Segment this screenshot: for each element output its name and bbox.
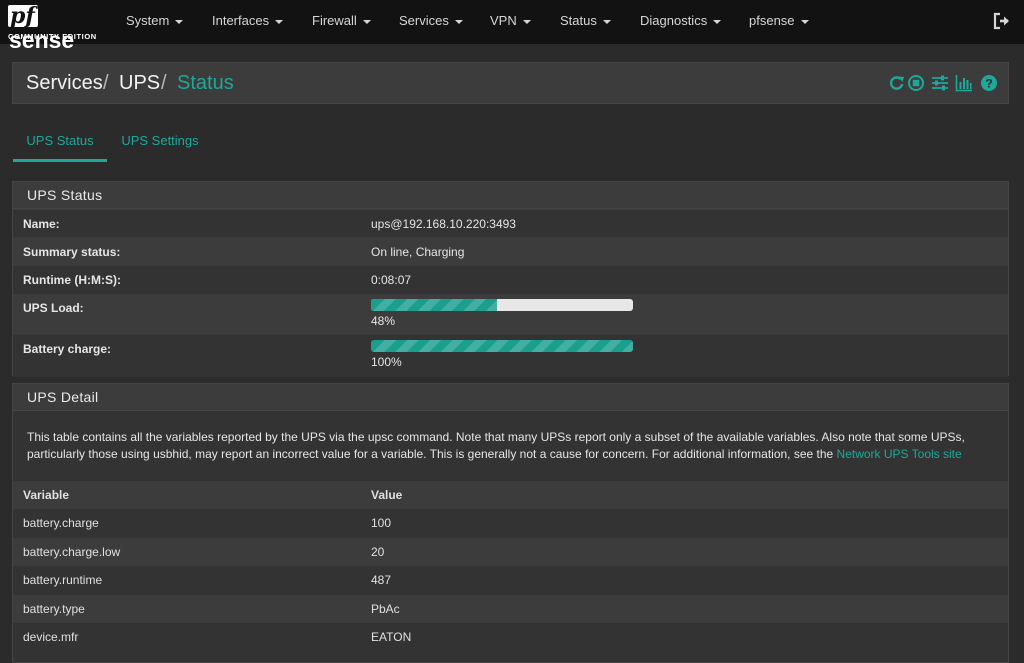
nav-system[interactable]: System [126,0,184,44]
nav-services[interactable]: Services [399,0,463,44]
detail-table-header: Variable Value [13,481,1008,510]
load-progress-bar [371,299,633,311]
variable-cell: battery.runtime [23,573,103,588]
panel-title: UPS Status [13,182,1008,209]
battery-label: Battery charge: [23,342,112,356]
value-cell: 487 [371,573,392,588]
panel-title: UPS Detail [13,384,1008,411]
value-cell: PbAc [371,601,400,616]
logout-icon[interactable] [993,12,1011,30]
ups-detail-panel: UPS Detail This table contains all the v… [12,383,1009,663]
status-row-load: UPS Load: 48% [13,294,1008,334]
breadcrumb-ups[interactable]: UPS [119,63,160,103]
nav-interfaces[interactable]: Interfaces [212,0,284,44]
logo-pf: pf [8,5,38,27]
tab-ups-settings[interactable]: UPS Settings [114,122,206,162]
status-row-name: Name: ups@192.168.10.220:3493 [13,209,1008,237]
status-row-runtime: Runtime (H:M:S): 0:08:07 [13,265,1008,294]
pfsense-logo[interactable]: pfsense COMMUNITY EDITION [8,5,104,52]
breadcrumb-services[interactable]: Services [26,63,103,103]
runtime-label: Runtime (H:M:S): [23,273,121,287]
stop-icon[interactable] [907,74,925,92]
variable-cell: battery.charge.low [23,544,121,559]
nav-firewall[interactable]: Firewall [312,0,371,44]
summary-label: Summary status: [23,245,121,259]
nav-status[interactable]: Status [560,0,611,44]
ups-status-panel: UPS Status Name: ups@192.168.10.220:3493… [12,181,1009,377]
battery-progress-bar [371,340,633,352]
restart-icon[interactable] [888,74,906,92]
summary-value: On line, Charging [371,245,465,259]
settings-sliders-icon[interactable] [931,74,949,92]
table-row: battery.type PbAc [13,594,1008,623]
load-label: UPS Load: [23,301,84,315]
col-value-header: Value [371,488,403,502]
load-value: 48% [371,314,396,328]
value-cell: 20 [371,544,385,559]
nav-label: Firewall [312,13,357,28]
nav-label: pfsense [749,13,795,28]
note-text: This table contains all the variables re… [27,430,965,461]
name-value: ups@192.168.10.220:3493 [371,217,516,231]
chevron-down-icon [175,19,184,24]
nav-diagnostics[interactable]: Diagnostics [640,0,722,44]
chevron-down-icon [800,19,809,24]
nav-label: Status [560,13,597,28]
nut-site-link[interactable]: Network UPS Tools site [837,447,962,461]
chevron-down-icon [454,19,463,24]
breadcrumb-separator: / [161,72,167,94]
variable-cell: battery.type [23,601,85,616]
breadcrumb: Services / UPS / Status ? [12,62,1009,104]
variable-cell: battery.charge [23,516,99,531]
nav-label: System [126,13,170,28]
chart-icon[interactable] [955,74,973,92]
breadcrumb-separator: / [103,72,109,94]
variable-cell: device.mfr [23,629,79,644]
table-row: battery.charge.low 20 [13,537,1008,567]
col-variable-header: Variable [23,488,70,502]
name-label: Name: [23,217,60,231]
nav-label: Interfaces [212,13,270,28]
table-row: battery.runtime 487 [13,566,1008,595]
load-progress-fill [371,299,497,311]
tab-ups-status[interactable]: UPS Status [13,122,107,162]
value-cell: 100 [371,516,392,531]
page-title: Status [177,72,234,94]
value-cell: EATON [371,629,412,644]
help-icon[interactable]: ? [980,74,998,92]
runtime-value: 0:08:07 [371,273,412,287]
chevron-down-icon [602,19,611,24]
nav-label: Services [399,13,449,28]
nav-label: Diagnostics [640,13,708,28]
table-row: battery.charge 100 [13,509,1008,538]
table-row: device.mfr EATON [13,622,1008,652]
chevron-down-icon [362,19,371,24]
nav-label: VPN [490,13,517,28]
detail-note: This table contains all the variables re… [13,411,1008,481]
status-row-battery: Battery charge: 100% [13,334,1008,377]
chevron-down-icon [522,19,531,24]
nav-pfsense[interactable]: pfsense [749,0,809,44]
logo-edition: COMMUNITY EDITION [8,32,97,41]
top-navbar: pfsense COMMUNITY EDITION System Interfa… [0,0,1024,52]
battery-progress-fill [371,340,633,352]
battery-value: 100% [371,355,402,369]
svg-text:?: ? [985,76,992,90]
nav-vpn[interactable]: VPN [490,0,531,44]
chevron-down-icon [713,19,722,24]
chevron-down-icon [275,19,284,24]
status-row-summary: Summary status: On line, Charging [13,237,1008,265]
